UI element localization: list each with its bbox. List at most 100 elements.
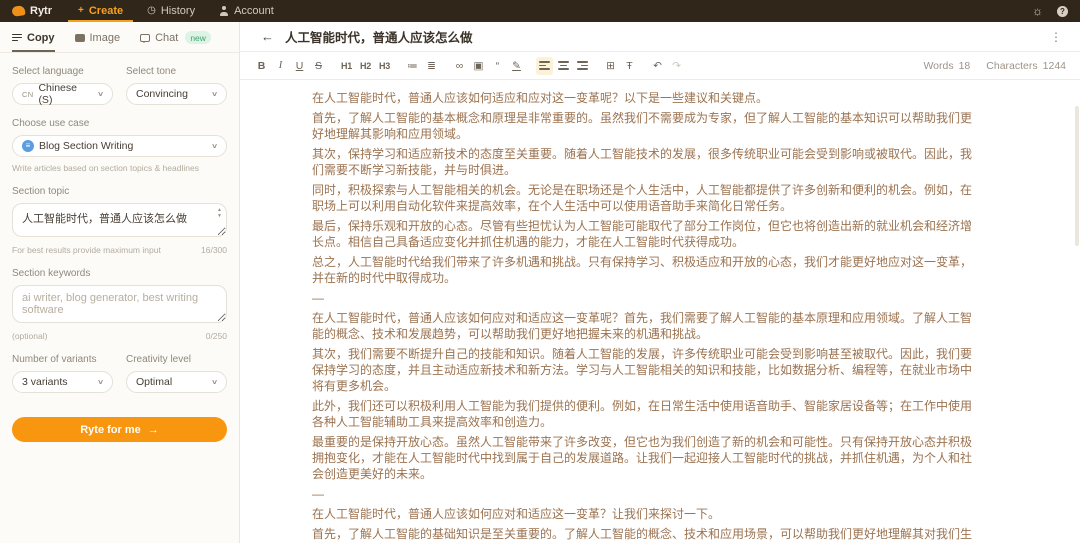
doc-paragraph: 首先，了解人工智能的基础知识是至关重要的。了解人工智能的概念、技术和应用场景，可…: [312, 527, 973, 541]
align-left-button[interactable]: [536, 56, 553, 75]
blockquote-button[interactable]: “: [489, 57, 506, 75]
section-keywords-counter: 0/250: [205, 331, 227, 341]
doc-paragraph: 在人工智能时代，普通人应该如何应对和适应这一变革？让我们来探讨一下。: [312, 507, 721, 521]
use-case-doc-icon: ≡: [22, 140, 34, 152]
history-clock-icon: ◷: [147, 5, 156, 16]
variants-label: Number of variants: [12, 354, 97, 365]
underline-button[interactable]: U: [291, 57, 308, 75]
image-button[interactable]: ▣: [470, 57, 487, 75]
nav-item-label: Create: [88, 5, 124, 17]
link-button[interactable]: ∞: [451, 57, 468, 75]
doc-divider-dash: —: [312, 291, 324, 305]
kebab-menu-icon[interactable]: ⋮: [1050, 30, 1062, 44]
nav-item-label: Account: [234, 5, 274, 17]
brand-label: Rytr: [30, 5, 53, 17]
italic-button[interactable]: I: [272, 57, 289, 75]
heading-3-button[interactable]: H3: [376, 57, 393, 75]
chevron-down-icon: ∨: [210, 379, 219, 386]
nav-item-account[interactable]: Account: [207, 0, 286, 22]
new-badge: new: [185, 31, 211, 44]
top-navbar: Rytr + Create ◷ History Account ☼ ?: [0, 0, 1080, 22]
stepper-arrows-icon[interactable]: ▲ ▼: [217, 208, 222, 219]
doc-paragraph: 最后，保持乐观和开放的心态。尽管有些担忧认为人工智能可能取代了部分工作岗位，但它…: [312, 219, 973, 249]
characters-count: 1244: [1042, 59, 1066, 72]
section-keywords-input[interactable]: [12, 285, 227, 323]
bullet-list-button[interactable]: ≔: [404, 57, 421, 75]
tab-label: Chat: [155, 31, 179, 44]
sidebar-form: Select language CN Chinese (S) ∨ Select …: [0, 53, 239, 442]
nav-item-create[interactable]: + Create: [66, 0, 135, 22]
characters-label: Characters: [986, 59, 1038, 72]
use-case-select[interactable]: ≡ Blog Section Writing ∨: [12, 135, 227, 157]
document-header: ← 人工智能时代，普通人应该怎么做 ⋮: [240, 22, 1080, 52]
doc-paragraph: 在人工智能时代，普通人应该如何应对和适应这一变革呢？首先，我们需要了解人工智能的…: [312, 311, 973, 341]
rytr-brand[interactable]: Rytr: [11, 0, 53, 22]
tone-label: Select tone: [126, 66, 177, 77]
section-topic-label: Section topic: [12, 186, 70, 197]
tab-chat[interactable]: Chat new: [140, 22, 211, 52]
section-keywords-helper: (optional): [12, 331, 48, 341]
scrollbar-thumb[interactable]: [1075, 106, 1079, 246]
variants-select[interactable]: 3 variants ∨: [12, 371, 113, 393]
document-title: 人工智能时代，普通人应该怎么做: [285, 31, 473, 45]
tab-copy[interactable]: Copy: [12, 22, 55, 52]
use-case-helper: Write articles based on section topics &…: [12, 163, 199, 173]
image-icon: [74, 33, 85, 42]
variants-value: 3 variants: [22, 376, 68, 388]
editor-surface[interactable]: 在人工智能时代，普通人应该如何适应和应对这一变革呢？以下是一些建议和关键点。 首…: [240, 80, 1080, 543]
align-right-button[interactable]: [574, 57, 591, 75]
back-arrow-icon[interactable]: ←: [261, 29, 274, 44]
help-icon[interactable]: ?: [1057, 5, 1068, 17]
section-topic-counter: 16/300: [201, 245, 227, 255]
language-value: Chinese (S): [38, 82, 77, 106]
creativity-select[interactable]: Optimal ∨: [126, 371, 227, 393]
align-right-icon: [577, 61, 588, 70]
align-left-icon: [539, 61, 550, 70]
tab-image[interactable]: Image: [74, 22, 121, 52]
heading-2-button[interactable]: H2: [357, 57, 374, 75]
document-panel: ← 人工智能时代，普通人应该怎么做 ⋮ B I U S H1 H2 H3 ≔ ≣…: [240, 22, 1080, 543]
chevron-down-icon: ∨: [96, 91, 105, 98]
words-count: 18: [958, 59, 971, 72]
use-case-label: Choose use case: [12, 118, 90, 129]
creativity-label: Creativity level: [126, 354, 192, 365]
create-icon: +: [78, 5, 84, 16]
sidebar-tabs: Copy Image Chat new: [0, 22, 239, 53]
align-center-button[interactable]: [555, 57, 572, 75]
language-select[interactable]: CN Chinese (S) ∨: [12, 82, 113, 106]
section-topic-helper: For best results provide maximum input: [12, 245, 161, 255]
use-case-value: Blog Section Writing: [39, 140, 134, 152]
strikethrough-button[interactable]: S: [310, 57, 327, 75]
undo-button[interactable]: ↶: [649, 57, 666, 75]
doc-paragraph: 总之，人工智能时代给我们带来了许多机遇和挑战。只有保持学习、积极适应和开放的心态…: [312, 255, 973, 285]
copy-lines-icon: [12, 33, 22, 42]
theme-toggle-sun-icon[interactable]: ☼: [1032, 4, 1043, 18]
words-label: Words: [923, 59, 954, 72]
bold-button[interactable]: B: [253, 57, 270, 75]
arrow-right-icon: →: [147, 423, 159, 436]
doc-paragraph: 其次，我们需要不断提升自己的技能和知识。随着人工智能的发展，许多传统职业可能会受…: [312, 347, 973, 393]
doc-paragraph: 最重要的是保持开放心态。虽然人工智能带来了许多改变，但它也为我们创造了新的机会和…: [312, 435, 973, 481]
account-person-icon: [219, 6, 229, 16]
sidebar: Copy Image Chat new Select language CN C…: [0, 22, 240, 543]
doc-paragraph: 其次，保持学习和适应新技术的态度至关重要。随着人工智能技术的发展，很多传统职业可…: [312, 147, 973, 177]
clear-format-button[interactable]: Ŧ: [621, 57, 638, 75]
tab-label: Image: [89, 31, 121, 44]
ryte-for-me-button[interactable]: Ryte for me →: [12, 417, 227, 442]
doc-paragraph: 在人工智能时代，普通人应该如何适应和应对这一变革呢？以下是一些建议和关键点。: [312, 91, 769, 105]
doc-divider-dash: —: [312, 487, 324, 501]
nav-item-history[interactable]: ◷ History: [135, 0, 207, 22]
chevron-down-icon: ∨: [210, 143, 219, 150]
tab-label: Copy: [27, 31, 55, 44]
section-topic-input[interactable]: 人工智能时代，普通人应该怎么做: [12, 203, 227, 237]
heading-1-button[interactable]: H1: [338, 57, 355, 75]
doc-paragraph: 此外，我们还可以积极利用人工智能为我们提供的便利。例如，在日常生活中使用语音助手…: [312, 399, 973, 429]
document-stats: Words 18 Characters 1244: [923, 60, 1066, 72]
redo-button[interactable]: ↷: [668, 57, 685, 75]
code-block-button[interactable]: ⊞: [602, 57, 619, 75]
highlight-button[interactable]: ✎: [508, 57, 525, 75]
chat-bubble-icon: [140, 33, 151, 43]
align-center-icon: [558, 61, 569, 70]
tone-select[interactable]: Convincing ∨: [126, 83, 227, 105]
ordered-list-button[interactable]: ≣: [423, 57, 440, 75]
